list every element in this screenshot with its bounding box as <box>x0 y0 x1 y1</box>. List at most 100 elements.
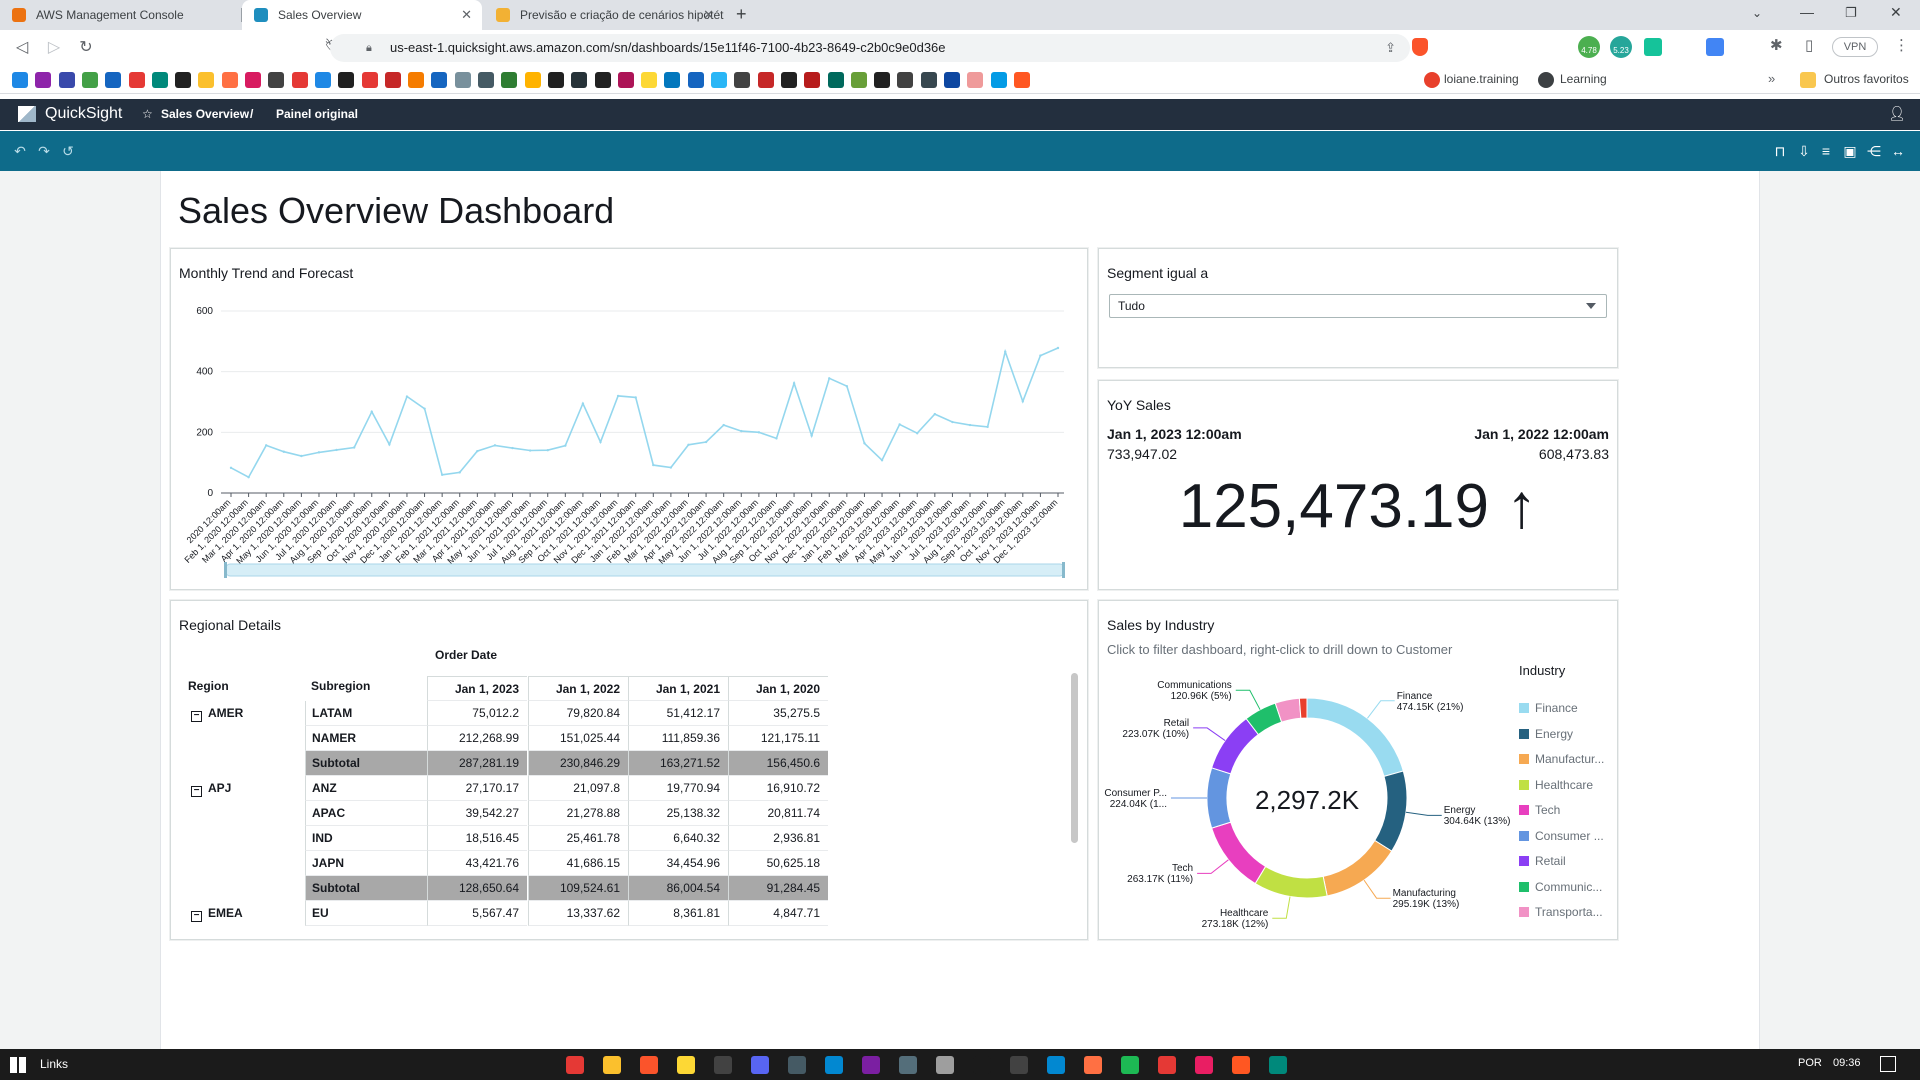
table-value-cell[interactable]: 21,097.8 <box>528 776 628 801</box>
trend-data-point[interactable] <box>863 442 866 445</box>
table-value-cell[interactable]: 35,275.5 <box>728 701 828 726</box>
legend-item[interactable]: Consumer ... <box>1519 829 1604 843</box>
table-value-cell[interactable]: 212,268.99 <box>427 726 527 751</box>
taskbar-app-icon[interactable] <box>566 1056 584 1074</box>
sidebar-icon[interactable]: ▯ <box>1805 36 1813 54</box>
donut-slice-consumer-p-[interactable] <box>1206 767 1232 829</box>
donut-slice-energy[interactable] <box>1374 770 1408 852</box>
table-value-cell[interactable]: 13,337.62 <box>528 901 628 926</box>
segment-dropdown[interactable]: Tudo <box>1109 294 1607 318</box>
bookmark-favicon-icon[interactable] <box>314 72 331 88</box>
bookmark-favicon-icon[interactable] <box>641 72 658 88</box>
vpn-button[interactable]: VPN <box>1832 37 1878 57</box>
trend-data-point[interactable] <box>300 454 303 458</box>
trend-series-line[interactable] <box>230 347 1059 479</box>
trend-data-point[interactable] <box>933 412 937 416</box>
taskbar-app-icon[interactable] <box>1010 1056 1028 1074</box>
bookmark-favicon-icon[interactable] <box>501 72 518 88</box>
table-value-cell[interactable]: 109,524.61 <box>528 876 628 901</box>
bookmark-favicon-icon[interactable] <box>105 72 122 88</box>
range-slider-handle-right[interactable] <box>1062 562 1065 578</box>
tab-sales-overview[interactable]: Sales Overview ✕ <box>242 0 482 30</box>
taskbar-app-icon[interactable] <box>1084 1056 1102 1074</box>
range-slider[interactable] <box>225 563 1065 577</box>
table-value-cell[interactable]: 25,461.78 <box>528 826 628 851</box>
bookmark-learning[interactable]: Learning <box>1560 72 1607 86</box>
quicksight-logo-icon[interactable] <box>18 106 36 122</box>
maximize-window-icon[interactable]: ❐ <box>1845 5 1857 21</box>
legend-item[interactable]: Communic... <box>1519 880 1602 894</box>
column-header-date[interactable]: Jan 1, 2023 <box>427 676 527 701</box>
translate-icon[interactable] <box>1706 38 1724 56</box>
bookmark-favicon-icon[interactable] <box>920 72 937 88</box>
bookmark-favicon-icon[interactable] <box>361 72 378 88</box>
clock[interactable]: 09:36 <box>1833 1057 1861 1069</box>
trend-data-point[interactable] <box>669 466 673 469</box>
table-value-cell[interactable]: 16,910.72 <box>728 776 828 801</box>
taskbar-app-icon[interactable] <box>1158 1056 1176 1074</box>
donut-slice-manufacturing[interactable] <box>1322 839 1393 897</box>
trend-data-point[interactable] <box>1056 346 1060 350</box>
bookmark-favicon-icon[interactable] <box>128 72 145 88</box>
trend-panel[interactable]: Monthly Trend and Forecast 0 200 400 600 202… <box>170 248 1088 590</box>
taskbar-app-icon[interactable] <box>1269 1056 1287 1074</box>
star-icon[interactable]: ☆ <box>142 107 153 121</box>
taskbar-app-icon[interactable] <box>1121 1056 1139 1074</box>
redo-icon[interactable]: ↷ <box>36 143 52 159</box>
windows-start-icon[interactable] <box>10 1057 26 1073</box>
region-cell[interactable]: − AMER <box>191 701 243 726</box>
trend-data-point[interactable] <box>564 444 567 447</box>
yoy-panel[interactable]: YoY Sales Jan 1, 2023 12:00am 733,947.02… <box>1098 380 1618 590</box>
bookmark-favicon-icon[interactable] <box>245 72 261 88</box>
trend-chart[interactable]: 02004006002020 12:00amFeb 1, 2020 12:00a… <box>171 249 1089 591</box>
trend-data-point[interactable] <box>810 434 813 437</box>
collapse-icon[interactable]: − <box>191 786 202 797</box>
trend-data-point[interactable] <box>968 423 972 427</box>
bookmark-favicon-icon[interactable] <box>12 72 28 88</box>
column-header-date[interactable]: Jan 1, 2021 <box>628 676 728 701</box>
trend-data-point[interactable] <box>388 443 391 446</box>
regional-panel[interactable]: Regional Details Order Date Region Subre… <box>170 600 1088 940</box>
extensions-puzzle-icon[interactable]: ✱ <box>1770 36 1783 54</box>
bookmark-favicon-icon[interactable] <box>291 72 308 88</box>
links-toolbar[interactable]: Links <box>40 1057 68 1071</box>
trend-data-point[interactable] <box>845 385 849 388</box>
taskbar-app-icon[interactable] <box>973 1056 991 1074</box>
legend-item[interactable]: Energy <box>1519 727 1573 741</box>
grammarly-icon[interactable] <box>1644 38 1662 56</box>
tab-search-icon[interactable]: ⌄ <box>1752 6 1762 20</box>
trend-data-point[interactable] <box>581 402 585 405</box>
taskbar-app-icon[interactable] <box>640 1056 658 1074</box>
taskbar-app-icon[interactable] <box>714 1056 732 1074</box>
table-value-cell[interactable]: 27,170.17 <box>427 776 527 801</box>
trend-data-point[interactable] <box>792 381 796 385</box>
minimize-window-icon[interactable]: — <box>1800 4 1814 20</box>
bookmark-favicon-icon[interactable] <box>198 72 215 88</box>
bookmark-favicon-icon[interactable] <box>268 72 285 88</box>
table-value-cell[interactable]: 86,004.54 <box>628 876 728 901</box>
region-cell[interactable]: − EMEA <box>191 901 243 926</box>
table-value-cell[interactable]: 43,421.76 <box>427 851 527 876</box>
legend-item[interactable]: Manufactur... <box>1519 752 1604 766</box>
donut-slice-healthcare[interactable] <box>1254 865 1328 899</box>
address-bar[interactable]: 🔒︎ us-east-1.quicksight.aws.amazon.com/s… <box>330 34 1410 62</box>
bookmark-favicon-icon[interactable] <box>664 72 681 88</box>
trend-data-point[interactable] <box>423 407 426 410</box>
table-value-cell[interactable]: 79,820.84 <box>528 701 628 726</box>
share-icon[interactable]: ⋲ <box>1866 143 1882 159</box>
bookmark-other[interactable]: Outros favoritos <box>1824 72 1909 86</box>
trend-data-point[interactable] <box>458 471 461 474</box>
taskbar-app-icon[interactable] <box>603 1056 621 1074</box>
taskbar-app-icon[interactable] <box>1232 1056 1250 1074</box>
table-value-cell[interactable]: 8,361.81 <box>628 901 728 926</box>
trend-data-point[interactable] <box>880 459 884 462</box>
legend-item[interactable]: Retail <box>1519 854 1566 868</box>
trend-data-point[interactable] <box>757 431 761 434</box>
taskbar-app-icon[interactable] <box>751 1056 769 1074</box>
trend-data-point[interactable] <box>440 473 444 476</box>
trend-data-point[interactable] <box>528 449 532 452</box>
bookmark-favicon-icon[interactable] <box>804 72 821 88</box>
forward-icon[interactable]: ▷ <box>42 36 66 60</box>
taskbar-app-icon[interactable] <box>825 1056 843 1074</box>
quicksight-logo-text[interactable]: QuickSight <box>45 105 122 123</box>
